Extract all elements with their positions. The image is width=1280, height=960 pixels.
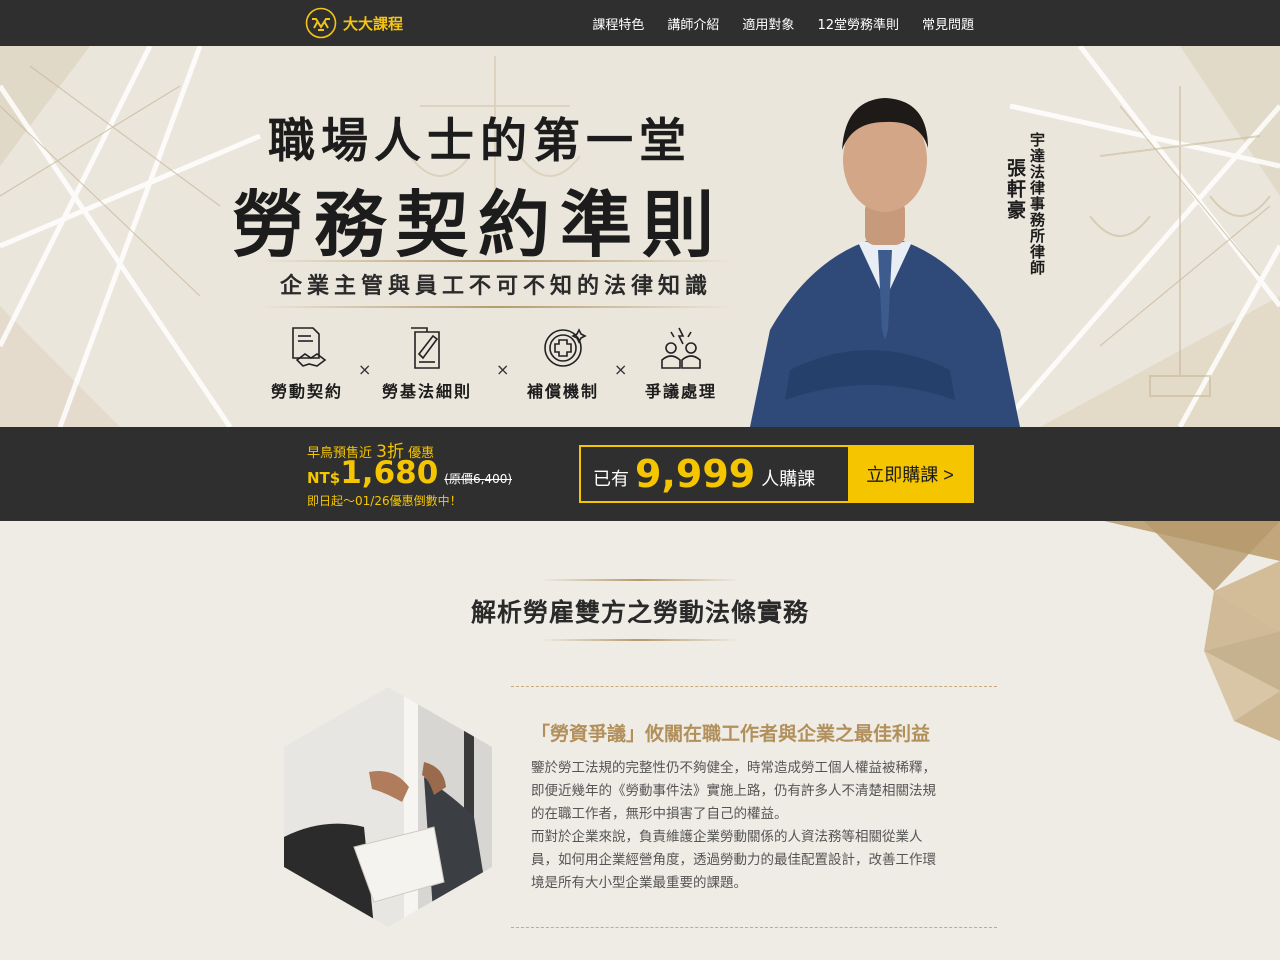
- article-line: 的在職工作者，無形中損害了自己的權益。: [531, 806, 788, 822]
- buyer-counter: 已有 9,999 人購課: [593, 447, 815, 501]
- times-sign: ×: [614, 360, 628, 379]
- subtitle-bottom-rule: [258, 306, 734, 308]
- lawyer-name: 張軒豪: [1004, 158, 1026, 221]
- times-sign: ×: [496, 360, 510, 379]
- hero-title-line1: 職場人士的第一堂: [268, 114, 692, 169]
- feature-label: 爭議處理: [644, 382, 717, 401]
- nav-item-audience[interactable]: 適用對象: [742, 14, 794, 33]
- brand-logo[interactable]: 大大課程: [305, 7, 403, 39]
- article-line: 即便近幾年的《勞動事件法》實施上路，仍有許多人不清楚相關法規: [531, 783, 936, 799]
- feature-labor-contract: 勞動契約: [262, 324, 352, 402]
- article-line: 員，如何用企業經營角度，透過勞動力的最佳配置設計，改善工作環: [531, 852, 936, 868]
- nav-menu: 課程特色 講師介紹 適用對象 12堂勞務準則 常見問題: [592, 0, 974, 46]
- purchase-box: 已有 9,999 人購課 立即購課 >: [579, 445, 974, 503]
- meeting-hexagon-image: [284, 687, 492, 927]
- dispute-people-icon: [661, 327, 701, 369]
- dashed-divider-top: [511, 686, 997, 687]
- logo-mark-icon: [305, 7, 337, 39]
- rules-document-icon: [411, 327, 440, 369]
- buyers-suffix: 人購課: [761, 469, 816, 490]
- subtitle-top-rule: [258, 260, 734, 262]
- section-title: 解析勞雇雙方之勞動法條實務: [470, 598, 809, 627]
- pricing-bar: 早鳥預售近 3折 優惠 NT$ 1,680 (原價6,400) 即日起～01/2…: [0, 427, 1280, 521]
- hero-subtitle: 企業主管與員工不可不知的法律知識: [279, 273, 712, 299]
- price-currency: NT$: [307, 469, 341, 487]
- feature-labor-rules: 勞基法細則: [382, 324, 472, 402]
- nav-item-instructor[interactable]: 講師介紹: [667, 14, 719, 33]
- article-line: 而對於企業來說，負責維護企業勞動關係的人資法務等相關從業人: [531, 829, 923, 845]
- lawyer-title: 宇達法律事務所律師: [1028, 132, 1046, 276]
- hero-subtitle-block: 企業主管與員工不可不知的法律知識: [258, 260, 734, 308]
- price-value: 1,680: [340, 455, 439, 491]
- medical-cross-icon: [544, 328, 587, 367]
- feature-label: 勞基法細則: [382, 382, 473, 401]
- heading-bottom-rule: [540, 639, 740, 641]
- article-line: 鑒於勞工法規的完整性仍不夠健全，時常造成勞工個人權益被稀釋，: [531, 760, 936, 776]
- course-intro-section: 解析勞雇雙方之勞動法條實務 「勞資爭議」攸關在職工作者與企業之最佳利益 鑒於勞工…: [0, 521, 1280, 960]
- section-heading-block: 解析勞雇雙方之勞動法條實務: [440, 579, 840, 643]
- lawyer-portrait: [750, 98, 1020, 427]
- decorative-triangles: [1104, 521, 1280, 741]
- buyers-count: 9,999: [635, 452, 756, 496]
- buy-now-button[interactable]: 立即購課 >: [848, 447, 972, 501]
- brand-name: 大大課程: [343, 14, 404, 33]
- nav-item-12-lessons[interactable]: 12堂勞務準則: [817, 14, 899, 33]
- dashed-divider-bottom: [511, 927, 997, 928]
- article-line: 境是所有大小型企業最重要的課題。: [531, 875, 747, 891]
- hero-title-line2: 勞務契約準則: [232, 182, 725, 267]
- feature-dispute: 爭議處理: [636, 324, 726, 402]
- buyers-prefix: 已有: [593, 469, 629, 490]
- contract-handshake-icon: [292, 327, 327, 367]
- hero-banner: 職場人士的第一堂 勞務契約準則 企業主管與員工不可不知的法律知識 勞動契約 × …: [0, 46, 1280, 427]
- price-line: NT$ 1,680 (原價6,400): [307, 455, 512, 491]
- feature-icons-row: 勞動契約 × 勞基法細則 × 補償機制 × 爭議處理: [262, 324, 732, 408]
- original-price: (原價6,400): [444, 472, 513, 486]
- promo-deadline: 即日起～01/26優惠倒數中！: [307, 494, 462, 508]
- nav-item-faq[interactable]: 常見問題: [922, 14, 974, 33]
- article-title: 「勞資爭議」攸關在職工作者與企業之最佳利益: [531, 723, 931, 745]
- nav-item-features[interactable]: 課程特色: [592, 14, 644, 33]
- heading-top-rule: [540, 579, 740, 581]
- feature-label: 補償機制: [526, 382, 599, 401]
- feature-compensation: 補償機制: [518, 324, 608, 402]
- times-sign: ×: [358, 360, 372, 379]
- top-nav-bar: 大大課程 課程特色 講師介紹 適用對象 12堂勞務準則 常見問題: [0, 0, 1280, 46]
- article-body: 鑒於勞工法規的完整性仍不夠健全，時常造成勞工個人權益被稀釋， 即便近幾年的《勞動…: [531, 757, 991, 895]
- feature-label: 勞動契約: [270, 382, 343, 401]
